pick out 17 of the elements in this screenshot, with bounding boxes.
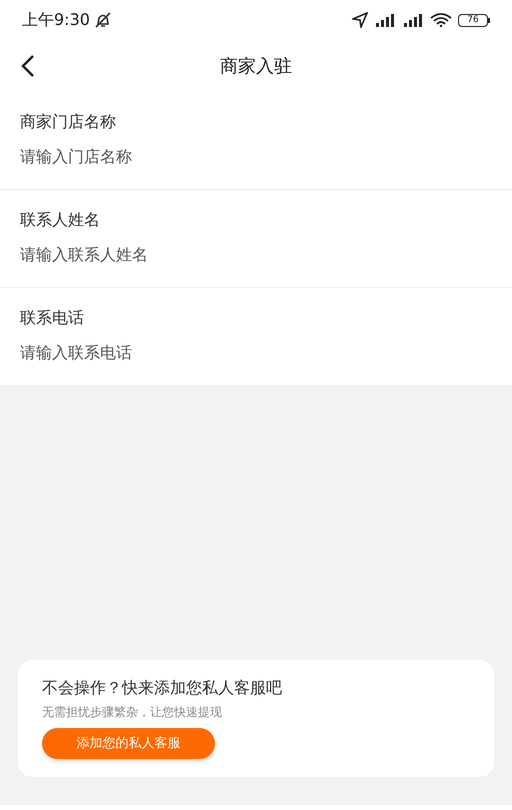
battery-icon: 76 bbox=[458, 14, 490, 26]
field-label: 联系电话 bbox=[20, 307, 85, 329]
add-service-button[interactable]: 添加您的私人客服 bbox=[42, 728, 215, 759]
input-field[interactable]: 请输入联系人姓名 bbox=[20, 243, 492, 267]
status-time: 上午9:30 bbox=[22, 9, 90, 31]
signal-icon bbox=[402, 13, 424, 27]
help-title: 不会操作？快来添加您私人客服吧 bbox=[42, 677, 283, 699]
input-field[interactable]: 请输入门店名称 bbox=[20, 145, 492, 169]
signal-icon bbox=[374, 13, 396, 27]
location-icon bbox=[352, 12, 368, 28]
input-field[interactable]: 请输入联系电话 bbox=[20, 341, 492, 365]
field-label: 联系人姓名 bbox=[20, 209, 101, 231]
page-title: 商家入驻 bbox=[220, 54, 292, 78]
bell-off-icon bbox=[94, 12, 112, 28]
wifi-icon bbox=[430, 13, 452, 27]
help-subtitle: 无需担忧步骤繁杂，让您快速提现 bbox=[42, 704, 223, 721]
field-label: 商家门店名称 bbox=[20, 111, 117, 133]
